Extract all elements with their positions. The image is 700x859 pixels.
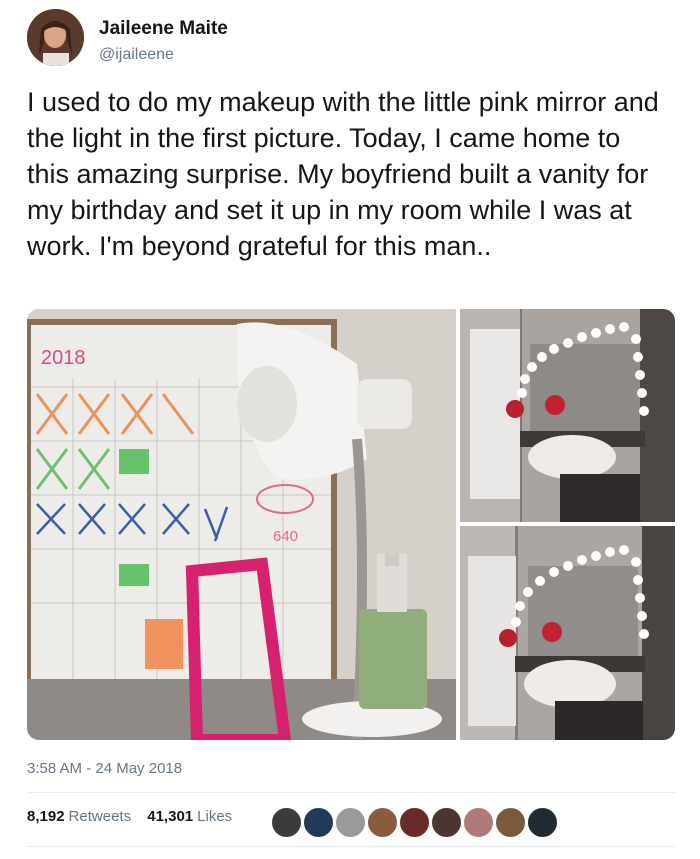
liker-avatar[interactable] <box>462 806 495 839</box>
liker-avatar[interactable] <box>430 806 463 839</box>
liker-avatar[interactable] <box>366 806 399 839</box>
author-avatar[interactable] <box>27 9 84 66</box>
divider <box>27 846 675 847</box>
likes-stat[interactable]: 41,301 Likes <box>147 808 232 825</box>
liker-avatar[interactable] <box>526 806 559 839</box>
calendar-amount: 640 <box>273 528 298 545</box>
photo-vanity-1[interactable] <box>460 309 675 522</box>
calendar-year: 2018 <box>41 347 86 369</box>
liker-avatar[interactable] <box>334 806 367 839</box>
author-handle[interactable]: @ijaileene <box>99 46 174 64</box>
tweet-stats: 8,192 Retweets 41,301 Likes <box>27 808 244 838</box>
tweet-header: Jaileene Maite @ijaileene <box>27 9 627 69</box>
likes-count: 41,301 <box>147 808 194 825</box>
divider <box>27 792 675 793</box>
liker-avatar[interactable] <box>398 806 431 839</box>
photo-vanity-2[interactable] <box>460 526 675 740</box>
liker-avatar[interactable] <box>270 806 303 839</box>
liker-avatar[interactable] <box>302 806 335 839</box>
retweets-label: Retweets <box>68 808 132 825</box>
retweets-count: 8,192 <box>27 808 65 825</box>
likes-label: Likes <box>197 808 233 825</box>
tweet-text: I used to do my makeup with the little p… <box>27 87 659 261</box>
media-grid: 2018 640 <box>27 309 675 740</box>
retweets-stat[interactable]: 8,192 Retweets <box>27 808 131 825</box>
liker-avatar[interactable] <box>494 806 527 839</box>
tweet-timestamp[interactable]: 3:58 AM - 24 May 2018 <box>27 760 182 777</box>
author-name[interactable]: Jaileene Maite <box>99 18 228 40</box>
photo-desk-lamp[interactable]: 2018 640 <box>27 309 456 740</box>
